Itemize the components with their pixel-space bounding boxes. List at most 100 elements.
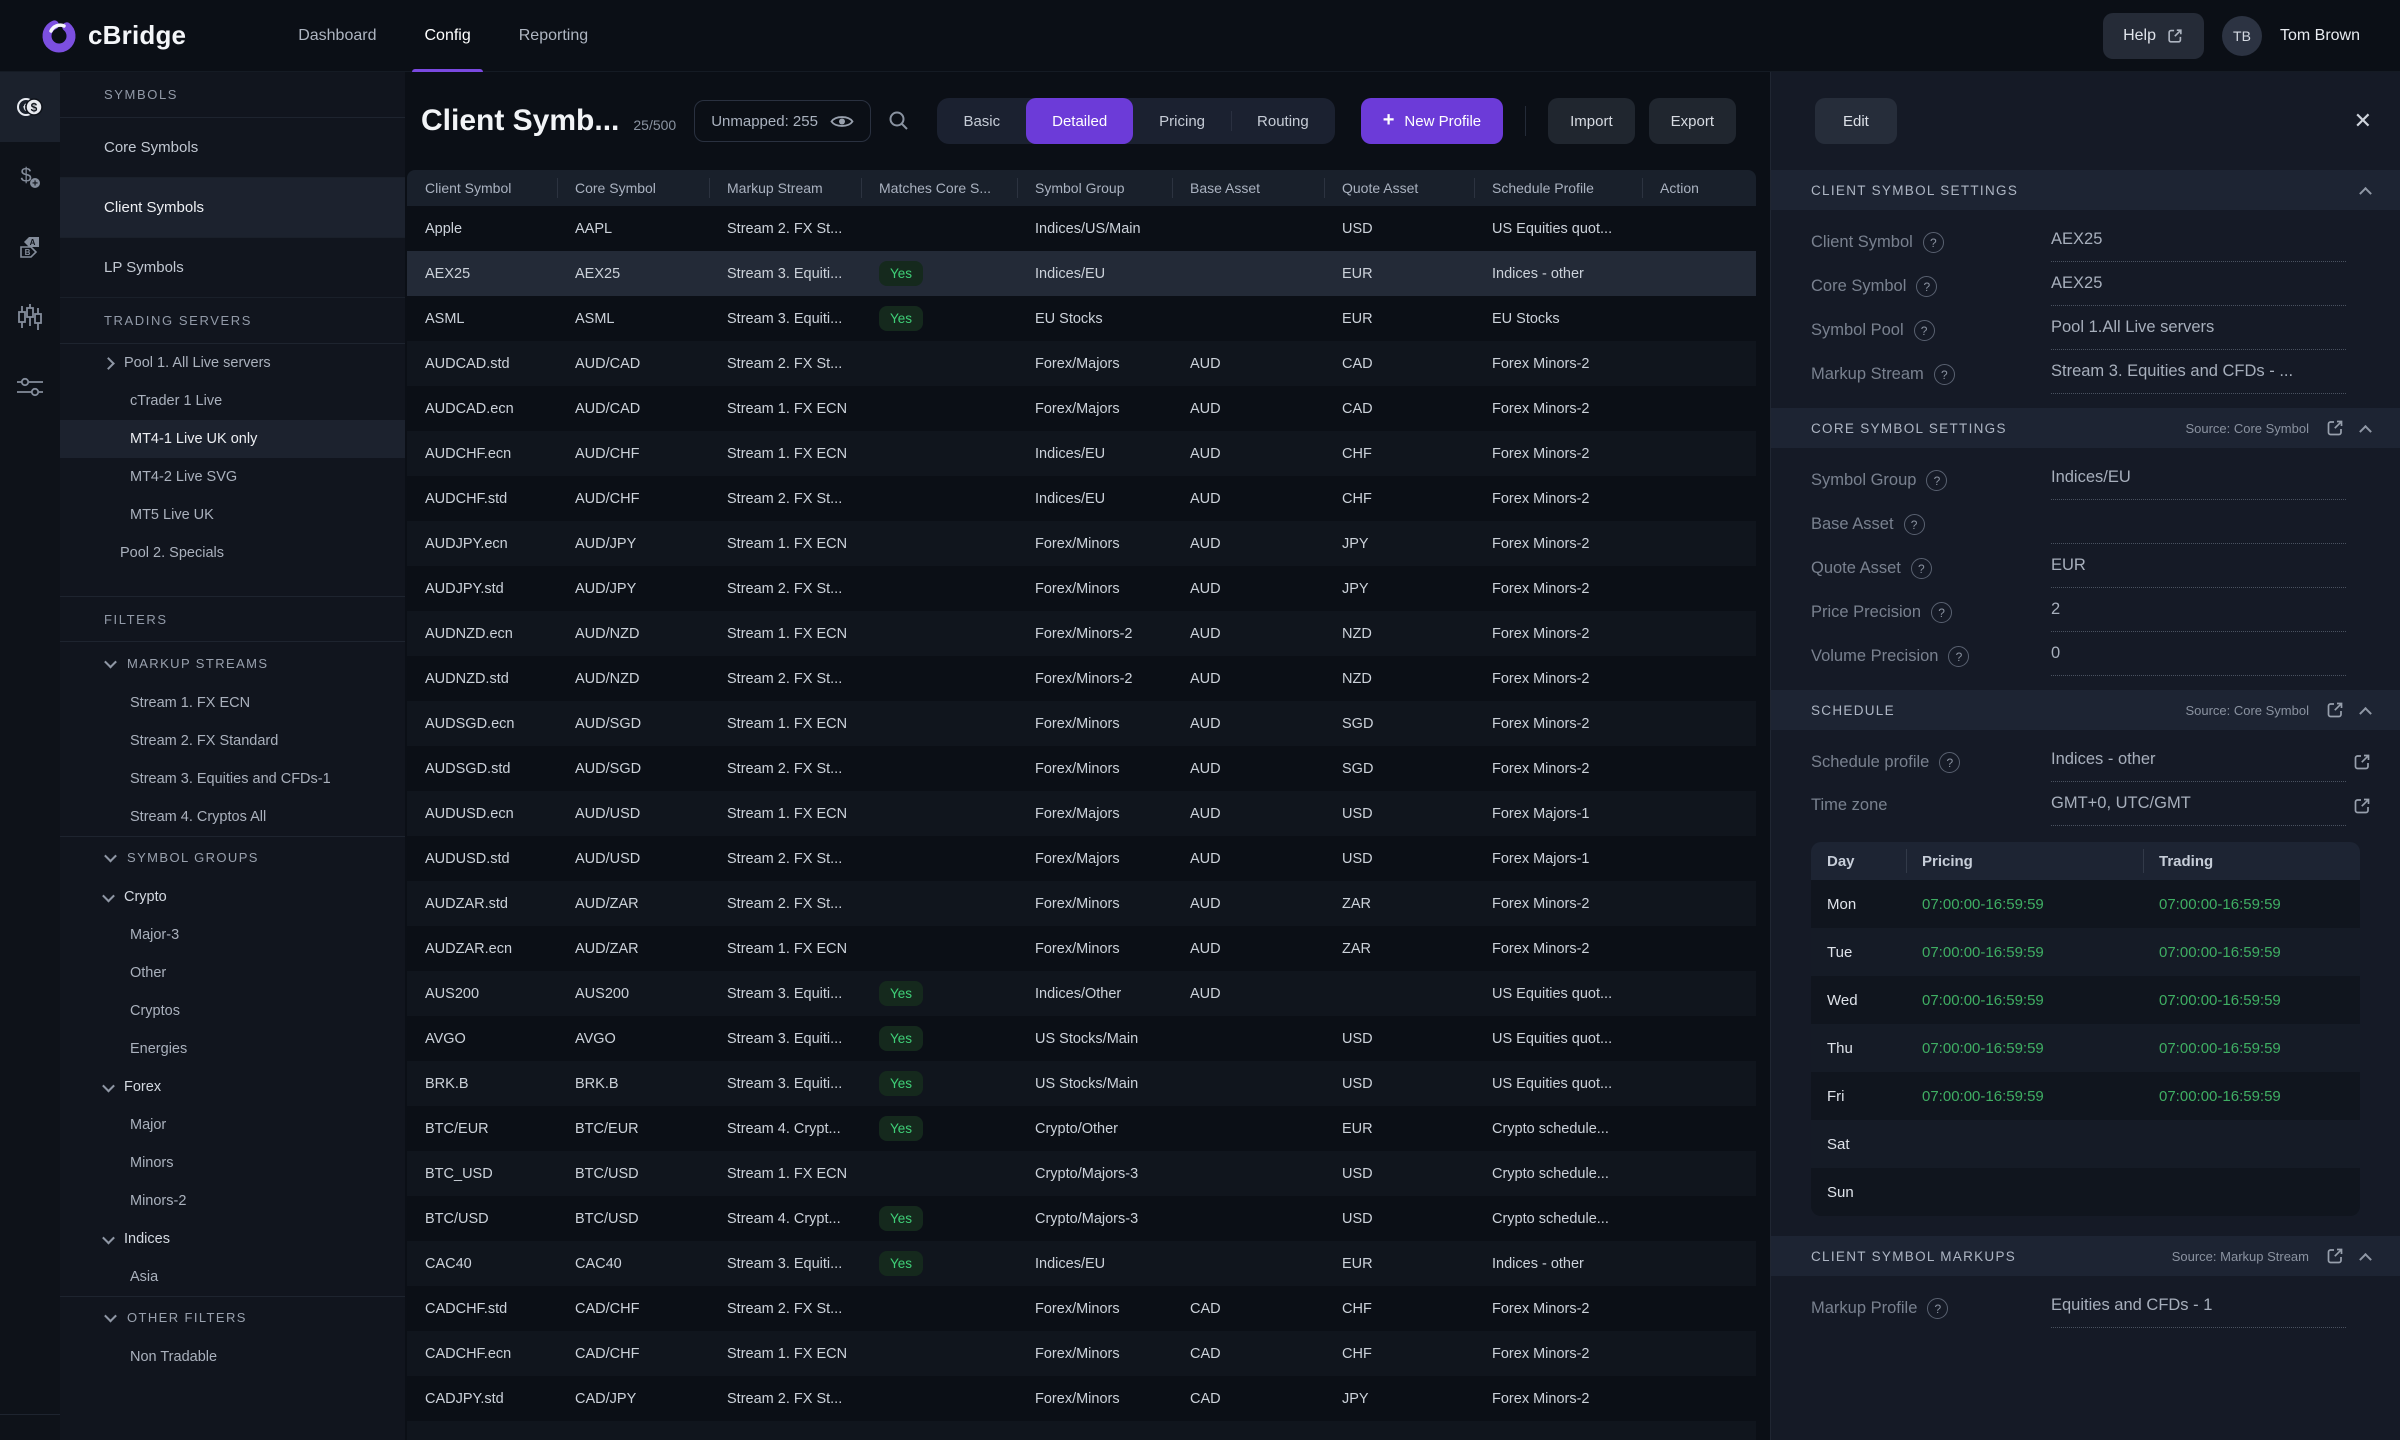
column-header-quote-asset[interactable]: Quote Asset bbox=[1324, 170, 1474, 206]
sidebar-item-major-3[interactable]: Major-3 bbox=[60, 916, 405, 954]
help-icon[interactable]: ? bbox=[1916, 276, 1937, 297]
close-icon[interactable]: ✕ bbox=[2354, 108, 2372, 134]
rail-item-candlestick-chart[interactable] bbox=[0, 282, 60, 352]
field-value[interactable]: EUR bbox=[2051, 556, 2346, 588]
table-row[interactable]: AUS200AUS200Stream 3. Equiti...YesIndice… bbox=[407, 971, 1756, 1016]
table-row[interactable]: AppleAAPLStream 2. FX St...Indices/US/Ma… bbox=[407, 206, 1756, 251]
nav-item-reporting[interactable]: Reporting bbox=[495, 0, 612, 72]
table-row[interactable]: AUDZAR.stdAUD/ZARStream 2. FX St...Forex… bbox=[407, 881, 1756, 926]
brand[interactable]: cBridge bbox=[0, 17, 186, 55]
column-header-action[interactable]: Action bbox=[1642, 170, 1756, 206]
table-row[interactable] bbox=[407, 1421, 1756, 1440]
rail-item-filter-sliders[interactable] bbox=[0, 352, 60, 422]
sidebar-item-crypto[interactable]: Crypto bbox=[60, 878, 405, 916]
sidebar-item-stream-1-fx-ecn[interactable]: Stream 1. FX ECN bbox=[60, 684, 405, 722]
field-value[interactable]: GMT+0, UTC/GMT bbox=[2051, 794, 2346, 826]
table-row[interactable]: AUDJPY.stdAUD/JPYStream 2. FX St...Forex… bbox=[407, 566, 1756, 611]
sidebar-item-cryptos[interactable]: Cryptos bbox=[60, 992, 405, 1030]
sidebar-item-client-symbols[interactable]: Client Symbols bbox=[60, 178, 405, 238]
search-icon[interactable] bbox=[887, 109, 911, 133]
tab-detailed[interactable]: Detailed bbox=[1026, 98, 1133, 144]
edit-button[interactable]: Edit bbox=[1815, 98, 1897, 144]
nav-item-dashboard[interactable]: Dashboard bbox=[274, 0, 400, 72]
tab-basic[interactable]: Basic bbox=[937, 98, 1026, 144]
sidebar-item-energies[interactable]: Energies bbox=[60, 1030, 405, 1068]
section-header-client-symbol-settings[interactable]: CLIENT SYMBOL SETTINGS bbox=[1771, 170, 2400, 210]
table-row[interactable]: AUDNZD.ecnAUD/NZDStream 1. FX ECNForex/M… bbox=[407, 611, 1756, 656]
table-row[interactable]: AUDSGD.stdAUD/SGDStream 2. FX St...Forex… bbox=[407, 746, 1756, 791]
sidebar-item-non-tradable[interactable]: Non Tradable bbox=[60, 1338, 405, 1376]
help-icon[interactable]: ? bbox=[1948, 646, 1969, 667]
help-icon[interactable]: ? bbox=[1939, 752, 1960, 773]
sidebar-group-other-filters[interactable]: OTHER FILTERS bbox=[60, 1296, 405, 1338]
field-value[interactable]: 2 bbox=[2051, 600, 2346, 632]
field-value[interactable]: AEX25 bbox=[2051, 230, 2346, 262]
table-row[interactable]: AUDCAD.ecnAUD/CADStream 1. FX ECNForex/M… bbox=[407, 386, 1756, 431]
user-avatar[interactable]: TB bbox=[2222, 16, 2262, 56]
user-name[interactable]: Tom Brown bbox=[2280, 27, 2360, 45]
table-row[interactable]: ASMLASMLStream 3. Equiti...YesEU StocksE… bbox=[407, 296, 1756, 341]
table-row[interactable]: BRK.BBRK.BStream 3. Equiti...YesUS Stock… bbox=[407, 1061, 1756, 1106]
import-button[interactable]: Import bbox=[1548, 98, 1635, 144]
table-row[interactable]: AEX25AEX25Stream 3. Equiti...YesIndices/… bbox=[407, 251, 1756, 296]
new-profile-button[interactable]: + New Profile bbox=[1361, 98, 1503, 144]
external-link-icon[interactable] bbox=[2325, 700, 2345, 720]
column-header-matches-core-s[interactable]: Matches Core S... bbox=[861, 170, 1017, 206]
help-icon[interactable]: ? bbox=[1934, 364, 1955, 385]
column-header-symbol-group[interactable]: Symbol Group bbox=[1017, 170, 1172, 206]
sidebar-item-asia[interactable]: Asia bbox=[60, 1258, 405, 1296]
sidebar-item-major[interactable]: Major bbox=[60, 1106, 405, 1144]
sidebar-item-stream-4-cryptos-all[interactable]: Stream 4. Cryptos All bbox=[60, 798, 405, 836]
table-row[interactable]: AUDCAD.stdAUD/CADStream 2. FX St...Forex… bbox=[407, 341, 1756, 386]
help-icon[interactable]: ? bbox=[1926, 470, 1947, 491]
table-row[interactable]: AUDCHF.ecnAUD/CHFStream 1. FX ECNIndices… bbox=[407, 431, 1756, 476]
sidebar-item-mt5-live-uk[interactable]: MT5 Live UK bbox=[60, 496, 405, 534]
rail-item-dollar-add[interactable]: $+ bbox=[0, 142, 60, 212]
sidebar-item-mt4-1-live-uk-only[interactable]: MT4-1 Live UK only bbox=[60, 420, 405, 458]
table-row[interactable]: CADCHF.stdCAD/CHFStream 2. FX St...Forex… bbox=[407, 1286, 1756, 1331]
table-row[interactable]: AUDUSD.ecnAUD/USDStream 1. FX ECNForex/M… bbox=[407, 791, 1756, 836]
table-row[interactable]: AUDSGD.ecnAUD/SGDStream 1. FX ECNForex/M… bbox=[407, 701, 1756, 746]
column-header-markup-stream[interactable]: Markup Stream bbox=[709, 170, 861, 206]
sidebar-item-lp-symbols[interactable]: LP Symbols bbox=[60, 238, 405, 298]
field-value[interactable]: Indices/EU bbox=[2051, 468, 2346, 500]
help-icon[interactable]: ? bbox=[1923, 232, 1944, 253]
help-icon[interactable]: ? bbox=[1904, 514, 1925, 535]
sidebar-item-indices[interactable]: Indices bbox=[60, 1220, 405, 1258]
help-icon[interactable]: ? bbox=[1927, 1298, 1948, 1319]
nav-item-config[interactable]: Config bbox=[400, 0, 494, 72]
column-header-base-asset[interactable]: Base Asset bbox=[1172, 170, 1324, 206]
sidebar-item-minors[interactable]: Minors bbox=[60, 1144, 405, 1182]
sidebar-item-ctrader-1-live[interactable]: cTrader 1 Live bbox=[60, 382, 405, 420]
sidebar-item-stream-2-fx-standard[interactable]: Stream 2. FX Standard bbox=[60, 722, 405, 760]
rail-item-ab-swap[interactable]: AB bbox=[0, 212, 60, 282]
sidebar-item-other[interactable]: Other bbox=[60, 954, 405, 992]
tab-pricing[interactable]: Pricing bbox=[1133, 98, 1231, 144]
sidebar-item-forex[interactable]: Forex bbox=[60, 1068, 405, 1106]
field-value[interactable]: Stream 3. Equities and CFDs - ... bbox=[2051, 362, 2346, 394]
open-external-icon[interactable] bbox=[2346, 750, 2372, 772]
tab-routing[interactable]: Routing bbox=[1231, 98, 1335, 144]
unmapped-badge[interactable]: Unmapped: 255 bbox=[694, 100, 871, 142]
external-link-icon[interactable] bbox=[2325, 1246, 2345, 1266]
field-value[interactable]: Pool 1.All Live servers bbox=[2051, 318, 2346, 350]
sidebar-item-minors-2[interactable]: Minors-2 bbox=[60, 1182, 405, 1220]
column-header-core-symbol[interactable]: Core Symbol bbox=[557, 170, 709, 206]
rail-item-currency-coins[interactable]: €$ bbox=[0, 72, 60, 142]
column-header-client-symbol[interactable]: Client Symbol bbox=[407, 170, 557, 206]
table-row[interactable]: CADJPY.stdCAD/JPYStream 2. FX St...Forex… bbox=[407, 1376, 1756, 1421]
help-button[interactable]: Help bbox=[2103, 13, 2204, 59]
table-row[interactable]: AUDJPY.ecnAUD/JPYStream 1. FX ECNForex/M… bbox=[407, 521, 1756, 566]
table-row[interactable]: CADCHF.ecnCAD/CHFStream 1. FX ECNForex/M… bbox=[407, 1331, 1756, 1376]
open-external-icon[interactable] bbox=[2346, 794, 2372, 816]
table-row[interactable]: AVGOAVGOStream 3. Equiti...YesUS Stocks/… bbox=[407, 1016, 1756, 1061]
section-header-client-symbol-markups[interactable]: CLIENT SYMBOL MARKUPSSource: Markup Stre… bbox=[1771, 1236, 2400, 1276]
table-row[interactable]: AUDZAR.ecnAUD/ZARStream 1. FX ECNForex/M… bbox=[407, 926, 1756, 971]
sidebar-group-markup-streams[interactable]: MARKUP STREAMS bbox=[60, 642, 405, 684]
sidebar-group-symbol-groups[interactable]: SYMBOL GROUPS bbox=[60, 836, 405, 878]
table-row[interactable]: CAC40CAC40Stream 3. Equiti...YesIndices/… bbox=[407, 1241, 1756, 1286]
table-row[interactable]: AUDUSD.stdAUD/USDStream 2. FX St...Forex… bbox=[407, 836, 1756, 881]
table-row[interactable]: BTC_USDBTC/USDStream 1. FX ECNCrypto/Maj… bbox=[407, 1151, 1756, 1196]
table-row[interactable]: BTC/EURBTC/EURStream 4. Crypt...YesCrypt… bbox=[407, 1106, 1756, 1151]
export-button[interactable]: Export bbox=[1649, 98, 1736, 144]
